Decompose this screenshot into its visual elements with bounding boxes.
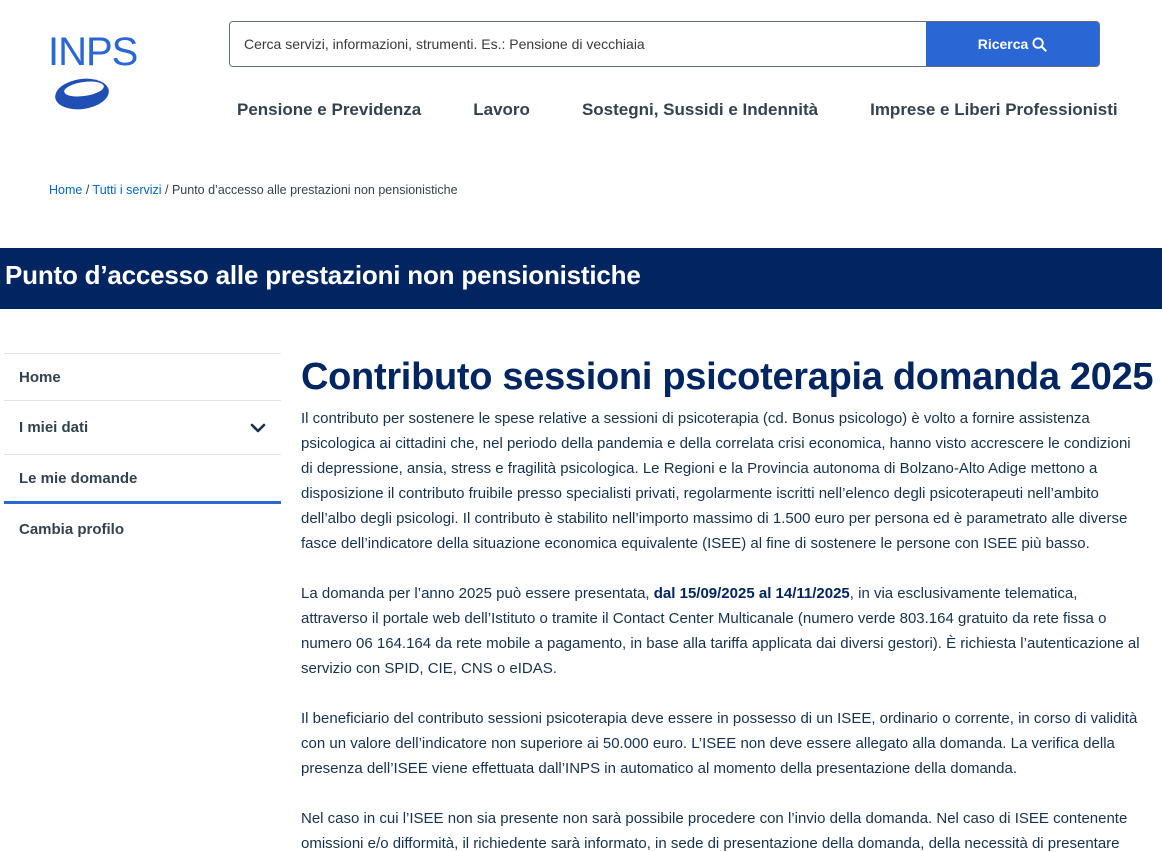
breadcrumb-home[interactable]: Home xyxy=(49,183,82,197)
search-button[interactable]: Ricerca xyxy=(926,22,1099,66)
logo-text: INPS xyxy=(48,30,138,74)
search-icon xyxy=(1032,36,1047,52)
search-button-label: Ricerca xyxy=(977,36,1029,52)
paragraph-dates: La domanda per l’anno 2025 può essere pr… xyxy=(301,581,1146,681)
sidebar-item-home[interactable]: Home xyxy=(4,353,281,400)
sidebar-item-cambia-profilo[interactable]: Cambia profilo xyxy=(4,504,281,554)
paragraph-isee-missing: Nel caso in cui l’ISEE non sia presente … xyxy=(301,810,1128,852)
sidebar-item-label: Home xyxy=(19,368,61,386)
breadcrumb: Home / Tutti i servizi / Punto d’accesso… xyxy=(49,183,458,197)
sidebar-item-mie-domande[interactable]: Le mie domande xyxy=(4,454,281,504)
logo-swoosh-icon xyxy=(55,78,109,110)
main-nav: Pensione e Previdenza Lavoro Sostegni, S… xyxy=(237,100,1118,120)
search-input[interactable] xyxy=(230,22,926,66)
nav-imprese-professionisti[interactable]: Imprese e Liberi Professionisti xyxy=(870,100,1118,120)
page-title: Punto d’accesso alle prestazioni non pen… xyxy=(5,260,641,290)
sidebar-item-miei-dati[interactable]: I miei dati xyxy=(4,400,281,454)
sidebar-item-label: I miei dati xyxy=(19,419,89,436)
breadcrumb-current: Punto d’accesso alle prestazioni non pen… xyxy=(171,183,458,197)
inps-logo[interactable]: INPS xyxy=(48,30,138,112)
breadcrumb-separator: / xyxy=(82,183,93,197)
application-dates: dal 15/09/2025 al 14/11/2025 xyxy=(653,585,850,602)
breadcrumb-separator: / xyxy=(161,183,172,197)
main-content: Contributo sessioni psicoterapia domanda… xyxy=(301,353,1154,852)
sidebar-item-label: Le mie domande xyxy=(19,469,138,487)
nav-lavoro[interactable]: Lavoro xyxy=(473,100,530,120)
nav-pensione-previdenza[interactable]: Pensione e Previdenza xyxy=(237,100,421,120)
content-title: Contributo sessioni psicoterapia domanda… xyxy=(301,356,1154,398)
page-title-band: Punto d’accesso alle prestazioni non pen… xyxy=(0,248,1162,309)
paragraph-isee: Il beneficiario del contributo sessioni … xyxy=(301,710,1138,777)
breadcrumb-all-services[interactable]: Tutti i servizi xyxy=(93,183,162,197)
paragraph-intro: Il contributo per sostenere le spese rel… xyxy=(301,410,1131,552)
paragraph-dates-pre: La domanda per l’anno 2025 può essere pr… xyxy=(301,585,654,602)
nav-sostegni-sussidi[interactable]: Sostegni, Sussidi e Indennità xyxy=(582,100,818,120)
sidebar-menu: Home I miei dati Le mie domande Cambia p… xyxy=(4,353,281,554)
sidebar-item-label: Cambia profilo xyxy=(19,520,125,538)
chevron-down-icon[interactable] xyxy=(250,423,266,433)
search-bar: Ricerca xyxy=(229,21,1100,67)
